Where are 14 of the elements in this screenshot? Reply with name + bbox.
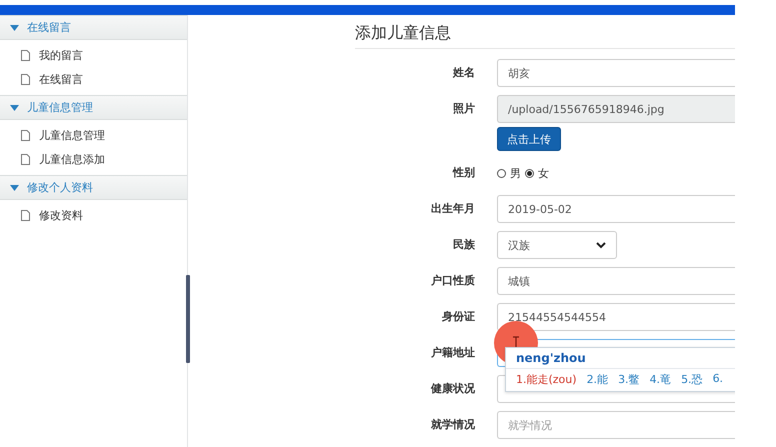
radio-label: 男 xyxy=(510,166,521,180)
field-label: 户籍地址 xyxy=(430,345,475,361)
field-label: 户口性质 xyxy=(430,273,475,289)
field-label: 健康状况 xyxy=(430,381,475,397)
radio-label: 女 xyxy=(538,166,549,180)
ime-composition: neng'zhou xyxy=(506,348,735,369)
field-label: 民族 xyxy=(452,237,475,253)
field-label: 姓名 xyxy=(452,65,475,81)
field-label: 身份证 xyxy=(441,309,475,325)
page-title: 添加儿童信息 xyxy=(355,23,735,49)
field-label: 就学情况 xyxy=(430,417,475,433)
field-label: 照片 xyxy=(452,101,475,117)
field-label: 出生年月 xyxy=(430,201,475,217)
field-label: 性别 xyxy=(452,165,475,181)
